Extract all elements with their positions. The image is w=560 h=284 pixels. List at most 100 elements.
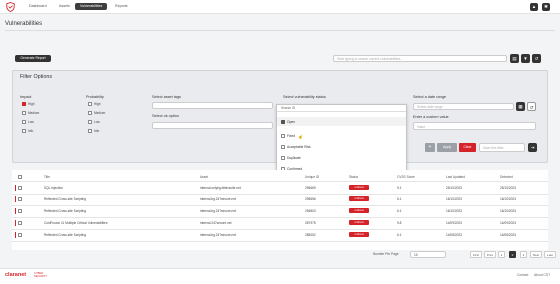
status-open-checkbox[interactable] <box>281 120 285 124</box>
row-severity-bar <box>15 220 16 226</box>
status-option-open[interactable]: Open <box>287 120 407 129</box>
cursor-icon: ☝ <box>298 134 303 139</box>
page-first[interactable]: First <box>470 251 482 258</box>
generate-report-button[interactable]: Generate Report <box>15 55 51 62</box>
row-status-badge: unfixed <box>349 220 369 225</box>
probability-high-checkbox[interactable] <box>88 102 92 106</box>
date-range-label: Select a date range <box>413 95 446 99</box>
search-input[interactable]: Start typing to search current vulnerabi… <box>333 55 507 62</box>
select-all-checkbox[interactable] <box>18 175 22 179</box>
col-title[interactable]: Title <box>44 175 50 179</box>
custom-value-input[interactable]: Value <box>413 122 536 130</box>
custom-value-label: Enter a custom value <box>413 115 449 119</box>
per-page-select[interactable]: 10 <box>410 251 446 258</box>
probability-low-checkbox[interactable] <box>88 120 92 124</box>
status-duplicate-checkbox[interactable] <box>281 156 285 160</box>
probability-medium-checkbox[interactable] <box>88 111 92 115</box>
status-search-row <box>277 104 406 112</box>
probability-info-label: Info <box>94 129 100 133</box>
page-1[interactable]: 1 <box>498 251 505 258</box>
probability-medium-label: Medium <box>94 111 106 115</box>
status-search-input[interactable]: Search ID <box>281 106 295 110</box>
row-title[interactable]: ColdFusion 11 Multiple Critical Vulnerab… <box>44 221 107 225</box>
row-asset: internal.bg.247secure.net <box>200 197 236 201</box>
row-checkbox[interactable] <box>18 197 22 201</box>
row-cvss: 9.1 <box>397 186 402 190</box>
footer-contact-link[interactable]: Contact <box>517 273 528 277</box>
page-2[interactable]: 2 <box>509 251 516 258</box>
col-status[interactable]: Status <box>349 175 358 179</box>
row-title[interactable]: Reflected Cross-site Scripting <box>44 233 86 237</box>
apply-button[interactable]: Apply <box>437 143 457 152</box>
footer-sub: CYBER SECURITY <box>34 272 48 278</box>
page-next[interactable]: Next <box>530 251 542 258</box>
document-icon[interactable]: ▤ <box>510 54 519 63</box>
col-detected[interactable]: Detected <box>500 175 513 179</box>
probability-info-checkbox[interactable] <box>88 129 92 133</box>
col-unique-id[interactable]: Unique ID <box>305 175 319 179</box>
reset-icon[interactable]: ↺ <box>532 54 541 63</box>
status-option-acceptable-risk[interactable]: Acceptable Risk <box>287 145 407 154</box>
status-option-duplicate[interactable]: Duplicate <box>287 156 407 165</box>
page-3[interactable]: 3 <box>520 251 527 258</box>
impact-high-checkbox[interactable] <box>22 102 26 106</box>
row-title[interactable]: Reflected Cross-site Scripting <box>44 209 86 213</box>
row-unique-id: 287975 <box>305 221 316 225</box>
page-prev[interactable]: Prev <box>484 251 496 258</box>
row-status-badge: unfixed <box>349 196 369 201</box>
row-status-badge: unfixed <box>349 185 369 190</box>
row-checkbox[interactable] <box>18 209 22 213</box>
ok-option-select[interactable] <box>152 122 273 129</box>
row-checkbox[interactable] <box>18 221 22 225</box>
row-checkbox[interactable] <box>18 186 22 190</box>
nav-dashboard[interactable]: Dashboard <box>24 3 52 10</box>
status-acceptable-checkbox[interactable] <box>281 145 285 149</box>
row-cvss: 6.1 <box>397 209 402 213</box>
footer-brand: claranet <box>5 272 27 278</box>
row-cvss: 6.1 <box>397 197 402 201</box>
col-asset[interactable]: Asset <box>200 175 208 179</box>
date-range-input[interactable]: Select date range <box>413 103 514 110</box>
row-status-badge: unfixed <box>349 208 369 213</box>
status-option-fixed[interactable]: Fixed <box>287 134 407 143</box>
col-cvss[interactable]: CVSS Score <box>397 175 415 179</box>
status-fixed-checkbox[interactable] <box>281 134 285 138</box>
row-detected: 25/10/2023 <box>500 186 516 190</box>
col-last-updated[interactable]: Last Updated <box>446 175 465 179</box>
bell-icon[interactable]: ▲ <box>530 3 538 11</box>
row-severity-bar <box>15 232 16 238</box>
impact-low-checkbox[interactable] <box>22 120 26 124</box>
impact-info-checkbox[interactable] <box>22 129 26 133</box>
row-last-updated: 16/10/2023 <box>446 209 462 213</box>
calendar-icon[interactable]: ▦ <box>516 102 525 111</box>
row-title[interactable]: SQL Injection <box>44 186 63 190</box>
impact-medium-checkbox[interactable] <box>22 111 26 115</box>
row-severity-bar <box>15 196 16 202</box>
impact-low-label: Low <box>28 120 34 124</box>
add-icon[interactable]: + <box>425 143 435 152</box>
clear-button[interactable]: Clear <box>459 143 476 152</box>
footer-about-link[interactable]: About CST <box>534 273 550 277</box>
asset-tags-select[interactable] <box>152 102 273 109</box>
vulnerability-table <box>12 170 548 250</box>
row-detected: 14/09/2023 <box>500 221 516 225</box>
save-filter-input[interactable]: Save this filter <box>479 143 525 152</box>
nav-reports[interactable]: Reports <box>110 3 133 10</box>
row-last-updated: 14/08/2023 <box>446 233 462 237</box>
reset-date-icon[interactable]: ↺ <box>527 102 536 111</box>
impact-info-label: Info <box>28 129 34 133</box>
row-unique-id: 295656 <box>305 197 316 201</box>
shield-logo-icon[interactable] <box>6 2 15 12</box>
row-title[interactable]: Reflected Cross-site Scripting <box>44 197 86 201</box>
row-checkbox[interactable] <box>18 233 22 237</box>
nav-assets[interactable]: Assets <box>54 3 75 10</box>
gear-icon[interactable]: ✱ <box>542 3 550 11</box>
nav-vulnerabilities[interactable]: Vulnerabilities <box>75 3 108 10</box>
row-asset: internal.onlybg.bittersuite.net <box>200 186 241 190</box>
impact-medium-label: Medium <box>28 111 40 115</box>
save-icon[interactable]: ⇥ <box>528 143 537 152</box>
page-last[interactable]: Last <box>544 251 556 258</box>
filter-icon[interactable]: ▼ <box>521 54 530 63</box>
row-severity-bar <box>15 185 16 191</box>
row-last-updated: 16/10/2023 <box>446 197 462 201</box>
